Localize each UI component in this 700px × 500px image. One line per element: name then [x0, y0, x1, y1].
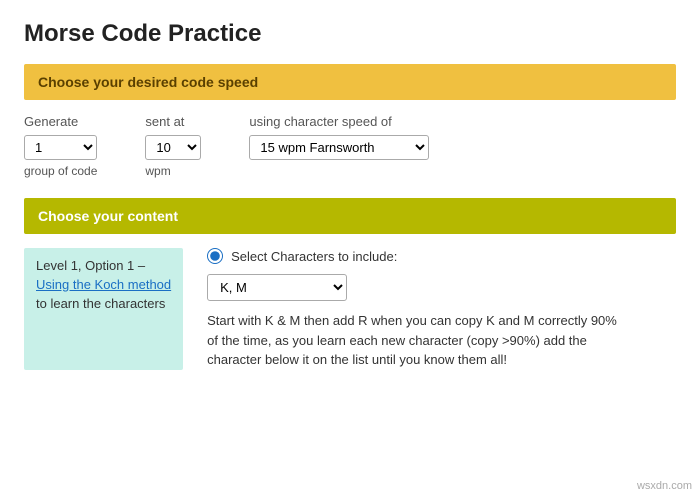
level-title: Level 1, Option 1 –: [36, 258, 171, 273]
character-select[interactable]: K, M K, M, R K, M, R, S K, M, R, S, U: [207, 274, 347, 301]
koch-method-link[interactable]: Using the Koch method: [36, 277, 171, 292]
sent-at-col: sent at 5 10 15 20 25 wpm: [145, 114, 201, 178]
select-chars-label: Select Characters to include:: [231, 249, 397, 264]
char-speed-label: using character speed of: [249, 114, 429, 129]
radio-row: Select Characters to include:: [207, 248, 676, 264]
generate-col: Generate 1 2 3 4 5 group of code: [24, 114, 97, 178]
right-panel: Select Characters to include: K, M K, M,…: [207, 248, 676, 370]
link-subtitle: to learn the characters: [36, 296, 171, 311]
content-section: Choose your content Level 1, Option 1 – …: [24, 198, 676, 370]
generate-select[interactable]: 1 2 3 4 5: [24, 135, 97, 160]
group-of-code-label: group of code: [24, 164, 97, 178]
description-text: Start with K & M then add R when you can…: [207, 311, 627, 370]
select-chars-radio[interactable]: [207, 248, 223, 264]
generate-row: Generate 1 2 3 4 5 group of code sent at…: [24, 114, 676, 178]
generate-label: Generate: [24, 114, 97, 129]
content-body: Level 1, Option 1 – Using the Koch metho…: [24, 248, 676, 370]
content-section-header: Choose your content: [24, 198, 676, 234]
speed-section-header: Choose your desired code speed: [24, 64, 676, 100]
char-speed-select[interactable]: 15 wpm Farnsworth 20 wpm Farnsworth 25 w…: [249, 135, 429, 160]
sent-at-label: sent at: [145, 114, 201, 129]
char-speed-col: using character speed of 15 wpm Farnswor…: [249, 114, 429, 160]
speed-section: Choose your desired code speed Generate …: [24, 64, 676, 178]
watermark: wsxdn.com: [637, 480, 692, 492]
wpm-label: wpm: [145, 164, 201, 178]
sent-at-select[interactable]: 5 10 15 20 25: [145, 135, 201, 160]
page-title: Morse Code Practice: [24, 20, 676, 48]
left-panel: Level 1, Option 1 – Using the Koch metho…: [24, 248, 183, 370]
